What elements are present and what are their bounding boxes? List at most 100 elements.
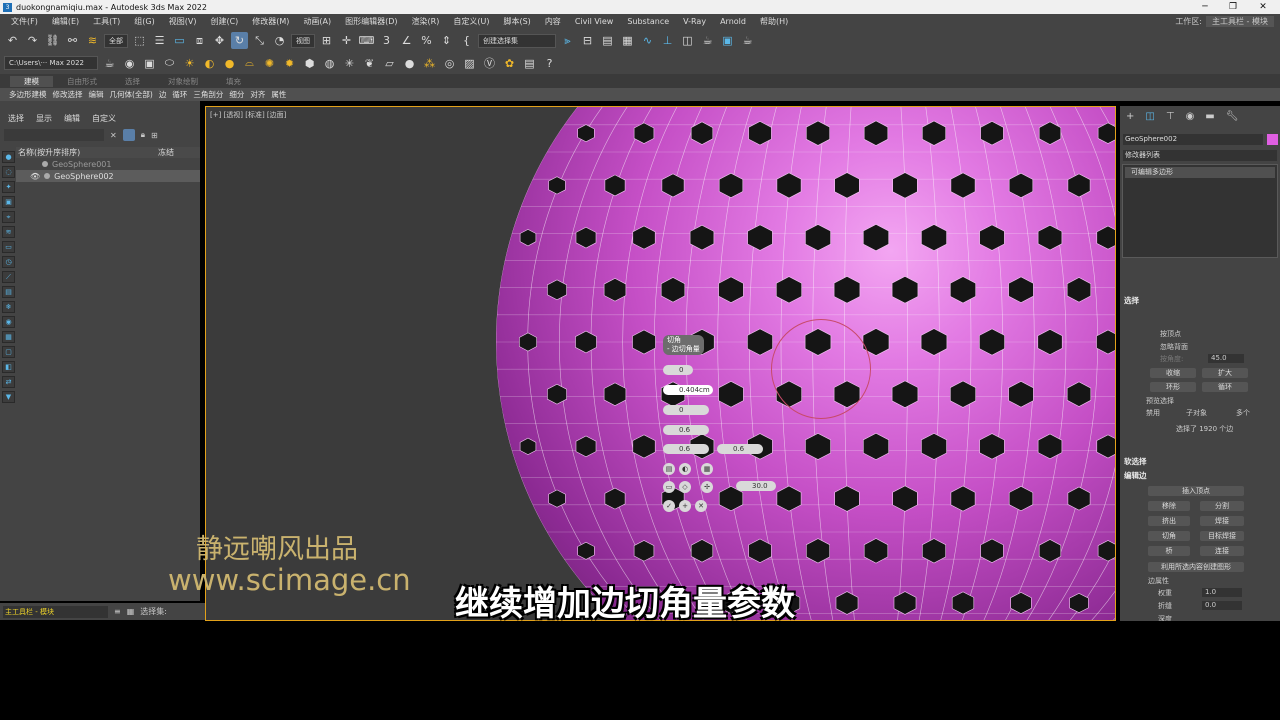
menu-group[interactable]: 组(G) xyxy=(127,16,161,27)
column-name[interactable]: 名称(按升序排序) xyxy=(18,147,80,158)
placement-icon[interactable]: ◔ xyxy=(271,32,288,49)
edit-edges-rollout-header[interactable]: 编辑边 xyxy=(1124,470,1147,481)
sync-selection-icon[interactable]: ⇄ xyxy=(2,376,15,388)
display-frozen-icon[interactable]: ❄ xyxy=(2,301,15,313)
vray-logo-icon[interactable]: Ⓥ xyxy=(481,55,498,72)
preview-subobj-radio[interactable]: 子对象 xyxy=(1186,408,1207,418)
selection-rollout-header[interactable]: 选择 xyxy=(1124,295,1139,306)
crease-field[interactable]: 0.0 xyxy=(1202,601,1242,610)
material-editor-icon[interactable]: ◫ xyxy=(679,32,696,49)
motion-tab-icon[interactable]: ◉ xyxy=(1186,111,1195,122)
ribbon-edges[interactable]: 边 xyxy=(158,89,168,100)
menu-file[interactable]: 文件(F) xyxy=(4,16,45,27)
ribbon-geometry-all[interactable]: 几何体(全部) xyxy=(109,89,154,100)
dome-light-icon[interactable]: ⌓ xyxy=(241,55,258,72)
render-shot-icon[interactable]: ◎ xyxy=(441,55,458,72)
teapot-icon[interactable]: ☕ xyxy=(101,55,118,72)
percent-snap-icon[interactable]: % xyxy=(418,32,435,49)
scale-icon[interactable]: ⤡ xyxy=(251,32,268,49)
close-icon[interactable]: ✕ xyxy=(1250,0,1276,14)
render-setup-icon[interactable]: ☕ xyxy=(699,32,716,49)
align-icon[interactable]: ⊟ xyxy=(579,32,596,49)
target-weld-button[interactable]: 目标焊接 xyxy=(1200,531,1244,541)
display-hidden-icon[interactable]: ◉ xyxy=(2,316,15,328)
object-visibility-icon[interactable] xyxy=(44,173,51,179)
angle-snap-icon[interactable]: ∠ xyxy=(398,32,415,49)
workspace-dropdown[interactable]: 主工具栏 - 模块 xyxy=(1206,16,1274,27)
object-name-field[interactable]: GeoSphere002 xyxy=(1123,134,1263,145)
omni-light-icon[interactable]: ☀ xyxy=(181,55,198,72)
column-frozen[interactable]: 冻结 xyxy=(158,147,174,158)
spinner-snap-icon[interactable]: ⇕ xyxy=(438,32,455,49)
select-by-name-icon[interactable]: ☰ xyxy=(151,32,168,49)
layers-icon[interactable]: ≡ xyxy=(114,607,121,616)
curve-editor-icon[interactable]: ∿ xyxy=(639,32,656,49)
shrink-button[interactable]: 收缩 xyxy=(1150,368,1196,378)
display-shapes-icon[interactable]: ◌ xyxy=(2,166,15,178)
caddy-option-icon[interactable]: ◐ xyxy=(679,463,691,475)
by-angle-checkbox[interactable]: 按角度: xyxy=(1160,354,1183,364)
ribbon-tab-object-paint[interactable]: 对象绘制 xyxy=(154,76,212,87)
fur-icon[interactable]: ✳ xyxy=(341,55,358,72)
display-geometry-icon[interactable]: ● xyxy=(2,151,15,163)
schematic-view-icon[interactable]: ⊥ xyxy=(659,32,676,49)
angle-field[interactable]: 45.0 xyxy=(1208,354,1244,363)
eye-icon[interactable]: 👁︎ xyxy=(30,172,40,181)
layer-explorer-icon[interactable]: ▦ xyxy=(619,32,636,49)
modifier-stack-item[interactable]: 可编辑多边形 xyxy=(1125,167,1275,178)
vray-frame-icon[interactable]: ▨ xyxy=(461,55,478,72)
material-sphere-icon[interactable]: ● xyxy=(401,55,418,72)
spot-light-icon[interactable]: ◐ xyxy=(201,55,218,72)
scene-search-input[interactable] xyxy=(4,129,104,141)
unlink-icon[interactable]: ⚯ xyxy=(64,32,81,49)
scene-object-row-selected[interactable]: 👁︎ GeoSphere002 xyxy=(16,170,200,182)
project-path-dropdown[interactable]: C:\Users\··· Max 2022 xyxy=(4,56,98,70)
ribbon-modify-selection[interactable]: 修改选择 xyxy=(52,89,84,100)
remove-button[interactable]: 移除 xyxy=(1148,501,1190,511)
caddy-tension-field[interactable]: 0.6 xyxy=(663,425,709,435)
chamfer-button[interactable]: 切角 xyxy=(1148,531,1190,541)
ribbon-tab-selection[interactable]: 选择 xyxy=(111,76,154,87)
undo-icon[interactable]: ↶ xyxy=(4,32,21,49)
multi-material-icon[interactable]: ⁂ xyxy=(421,55,438,72)
display-spacewarps-icon[interactable]: ≋ xyxy=(2,226,15,238)
mirror-icon[interactable]: ⫸ xyxy=(559,32,576,49)
viewport-label[interactable]: [+] [透视] [标准] [边面] xyxy=(210,110,286,120)
rotate-icon[interactable]: ↻ xyxy=(231,32,248,49)
menu-create[interactable]: 创建(C) xyxy=(203,16,245,27)
render-cube-icon[interactable]: ⬢ xyxy=(301,55,318,72)
caddy-mode-field[interactable]: 0 xyxy=(663,365,693,375)
sphere-render-icon[interactable]: ◍ xyxy=(321,55,338,72)
modify-tab-icon[interactable]: ◫ xyxy=(1145,111,1154,122)
ribbon-properties[interactable]: 属性 xyxy=(270,89,287,100)
notes-icon[interactable]: ▤ xyxy=(521,55,538,72)
ignore-backfacing-checkbox[interactable]: 忽略背面 xyxy=(1160,342,1188,352)
by-vertex-checkbox[interactable]: 按顶点 xyxy=(1160,329,1181,339)
caddy-option-icon[interactable]: ✢ xyxy=(701,481,713,493)
plant-icon[interactable]: ❦ xyxy=(361,55,378,72)
lock-icon[interactable]: 🔒︎ xyxy=(141,130,145,140)
ribbon-tab-freeform[interactable]: 自由形式 xyxy=(53,76,111,87)
display-helpers-icon[interactable]: ⌖ xyxy=(2,211,15,223)
menu-substance[interactable]: Substance xyxy=(620,17,676,26)
display-invert-icon[interactable]: ◧ xyxy=(2,361,15,373)
ribbon-loops[interactable]: 循环 xyxy=(171,89,188,100)
ies-light-icon[interactable]: ✹ xyxy=(281,55,298,72)
link-icon[interactable]: ⛓ xyxy=(44,32,61,49)
modifier-list-dropdown[interactable]: 修改器列表 xyxy=(1123,150,1277,161)
filter-toggle-icon[interactable]: ▼ xyxy=(2,391,15,403)
caddy-depth-field[interactable]: 0.6 xyxy=(663,444,709,454)
caddy-amount-field[interactable]: 0.404cm xyxy=(663,385,713,395)
caddy-option-icon[interactable]: ▦ xyxy=(701,463,713,475)
weight-field[interactable]: 1.0 xyxy=(1202,588,1242,597)
move-icon[interactable]: ✥ xyxy=(211,32,228,49)
reference-coord-dropdown[interactable]: 视图 xyxy=(291,33,315,48)
filter-icon[interactable] xyxy=(122,129,135,141)
extrude-button[interactable]: 挤出 xyxy=(1148,516,1190,526)
scene-explorer-icon[interactable]: ▤ xyxy=(599,32,616,49)
layer-selector-dropdown[interactable]: 主工具栏 - 模块 xyxy=(3,605,108,618)
menu-graph-editors[interactable]: 图形编辑器(D) xyxy=(338,16,404,27)
bridge-button[interactable]: 桥 xyxy=(1148,546,1190,556)
menu-scripting[interactable]: 脚本(S) xyxy=(496,16,537,27)
select-object-icon[interactable]: ⬚ xyxy=(131,32,148,49)
